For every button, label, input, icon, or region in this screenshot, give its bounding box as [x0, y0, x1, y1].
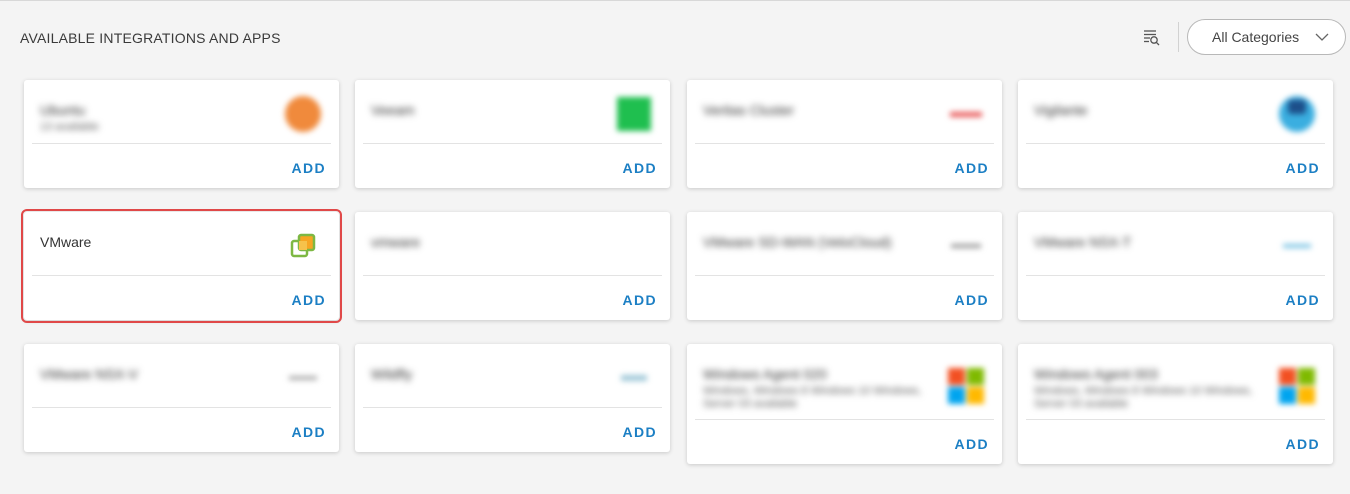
card-divider	[363, 275, 662, 276]
integration-card-vmware[interactable]: VMware ADD	[21, 209, 342, 323]
add-button[interactable]: ADD	[291, 292, 326, 308]
ubuntu-logo-icon	[283, 94, 323, 134]
card-divider	[695, 275, 994, 276]
integration-card-veeam[interactable]: Veeam ADD	[355, 80, 670, 188]
card-divider	[32, 407, 331, 408]
add-button[interactable]: ADD	[1285, 160, 1320, 176]
add-button[interactable]: ADD	[622, 424, 657, 440]
card-divider	[32, 143, 331, 144]
card-divider	[363, 143, 662, 144]
integration-card-wildfly[interactable]: Wildfly ADD	[355, 344, 670, 452]
vmware-logo-icon	[283, 226, 323, 266]
veeam-logo-icon	[614, 94, 654, 134]
wildfly-logo-icon	[614, 358, 654, 398]
integration-card-vmware-sdwan[interactable]: VMware SD-WAN (VeloCloud) ADD	[687, 212, 1002, 320]
add-button[interactable]: ADD	[954, 436, 989, 452]
add-button[interactable]: ADD	[954, 160, 989, 176]
card-name: VMware SD-WAN (VeloCloud)	[703, 234, 892, 250]
integration-card-vmware-nsxt[interactable]: VMware NSX-T ADD	[1018, 212, 1333, 320]
vmware-nsxv-logo-icon	[283, 358, 323, 398]
card-divider	[1026, 143, 1325, 144]
card-divider	[363, 407, 662, 408]
page-title: AVAILABLE INTEGRATIONS AND APPS	[20, 30, 281, 46]
card-name: Windows Agent 003	[1034, 366, 1158, 382]
category-dropdown[interactable]: All Categories	[1187, 19, 1346, 55]
chevron-down-icon	[1315, 33, 1329, 41]
veritas-logo-icon	[946, 94, 986, 134]
integration-card-windows-agent-2[interactable]: Windows Agent 003 Windows, Windows 8 Win…	[1018, 344, 1333, 464]
toolbar-divider	[1178, 22, 1179, 52]
card-name: VMware	[40, 234, 92, 250]
card-name: Veeam	[371, 102, 415, 118]
card-name: Wildfly	[371, 366, 413, 382]
add-button[interactable]: ADD	[954, 292, 989, 308]
integration-card-vmware-2[interactable]: vmware ADD	[355, 212, 670, 320]
integration-card-vmware-nsxv[interactable]: VMware NSX-V ADD	[24, 344, 339, 452]
card-divider	[695, 143, 994, 144]
windows-logo-icon	[1277, 366, 1317, 406]
card-name: vmware	[371, 234, 421, 250]
filter-search-icon[interactable]	[1141, 27, 1161, 47]
card-divider	[32, 275, 331, 276]
vmware-nsxt-logo-icon	[1277, 226, 1317, 266]
integration-card-vigilante[interactable]: Vigilante ADD	[1018, 80, 1333, 188]
card-name: VMware NSX-V	[40, 366, 139, 382]
card-subtitle: 13 available	[40, 121, 99, 133]
add-button[interactable]: ADD	[1285, 436, 1320, 452]
card-name: Vigilante	[1034, 102, 1088, 118]
add-button[interactable]: ADD	[291, 424, 326, 440]
add-button[interactable]: ADD	[1285, 292, 1320, 308]
card-divider	[1026, 419, 1325, 420]
integration-card-ubuntu[interactable]: Ubuntu 13 available ADD	[24, 80, 339, 188]
add-button[interactable]: ADD	[622, 292, 657, 308]
vigilante-logo-icon	[1277, 94, 1317, 134]
integration-card-windows-agent-1[interactable]: Windows Agent 020 Windows, Windows 8 Win…	[687, 344, 1002, 464]
card-subtitle: Windows, Windows 8 Windows 10 Windows, S…	[1034, 385, 1253, 410]
top-rule	[0, 0, 1350, 1]
add-button[interactable]: ADD	[291, 160, 326, 176]
category-dropdown-label: All Categories	[1212, 29, 1300, 45]
card-name: Veritas Cluster	[703, 102, 795, 118]
windows-logo-icon	[946, 366, 986, 406]
card-divider	[1026, 275, 1325, 276]
integration-card-veritas[interactable]: Veritas Cluster ADD	[687, 80, 1002, 188]
card-divider	[695, 419, 994, 420]
card-name: Windows Agent 020	[703, 366, 827, 382]
card-name: Ubuntu	[40, 102, 86, 118]
card-subtitle: Windows, Windows 8 Windows 10 Windows, S…	[703, 385, 922, 410]
card-name: VMware NSX-T	[1034, 234, 1132, 250]
add-button[interactable]: ADD	[622, 160, 657, 176]
vmware-sdwan-logo-icon	[946, 226, 986, 266]
